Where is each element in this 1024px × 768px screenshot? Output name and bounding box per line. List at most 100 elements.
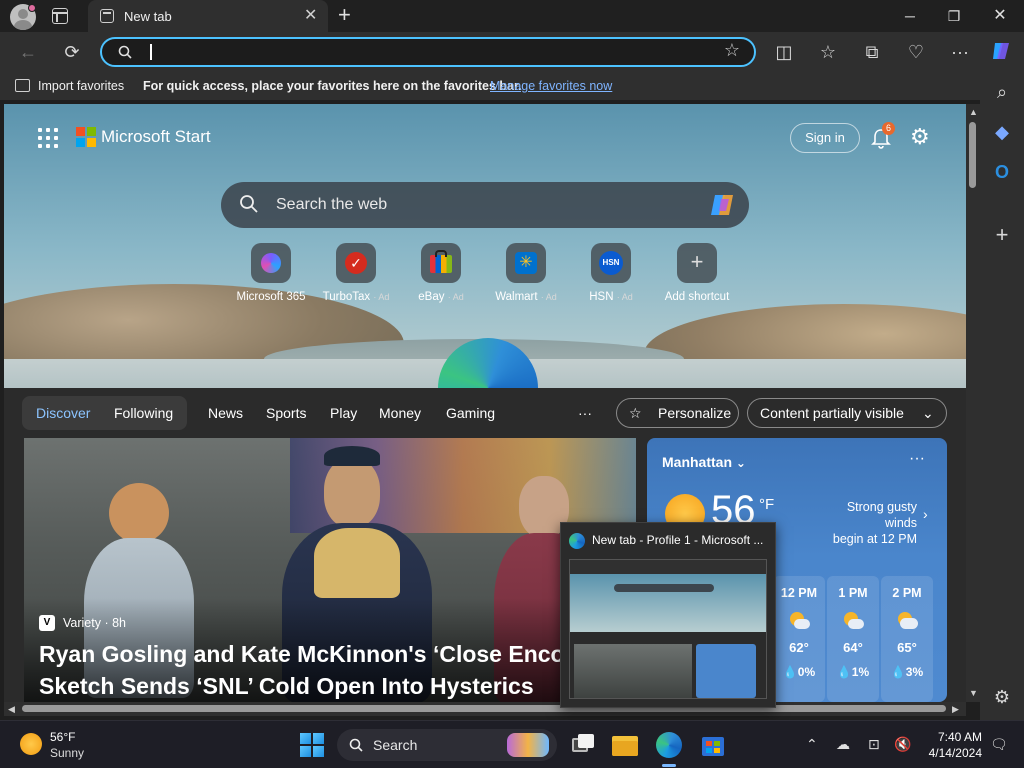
- tab-following[interactable]: Following: [114, 405, 173, 421]
- taskbar-weather-condition[interactable]: Sunny: [50, 746, 84, 760]
- shortcut-walmart[interactable]: ✳ Walmart · Ad: [481, 243, 571, 303]
- hero-article-card[interactable]: V Variety · 8h Ryan Gosling and Kate McK…: [24, 438, 636, 702]
- scroll-up-arrow-icon[interactable]: ▲: [969, 107, 978, 117]
- forecast-temperature: 62°: [789, 640, 809, 655]
- hourly-forecast-item: 12 PM 62° 💧0%: [773, 576, 825, 702]
- favorite-star-icon[interactable]: ☆: [724, 40, 740, 61]
- article-title[interactable]: Ryan Gosling and Kate McKinnon's ‘Close …: [39, 638, 636, 702]
- add-shortcut-plus-icon: +: [677, 243, 717, 283]
- copilot-icon[interactable]: [990, 39, 1014, 63]
- taskbar-search-box[interactable]: Search: [337, 729, 557, 761]
- import-favorites-button[interactable]: Import favorites: [38, 79, 124, 93]
- tab-money[interactable]: Money: [379, 405, 421, 421]
- chevron-right-icon[interactable]: ›: [923, 506, 928, 522]
- minimize-button[interactable]: ─: [888, 4, 932, 28]
- vertical-scrollbar[interactable]: ▲ ▼: [966, 104, 980, 702]
- collections-icon[interactable]: ⧉: [860, 40, 884, 64]
- search-icon: [118, 45, 132, 59]
- shortcut-microsoft-365[interactable]: Microsoft 365: [226, 243, 316, 303]
- restore-button[interactable]: ❐: [932, 4, 976, 28]
- location-name: Manhattan: [662, 454, 732, 470]
- refresh-icon[interactable]: ⟳: [60, 40, 84, 64]
- copilot-icon[interactable]: [709, 191, 739, 219]
- new-tab-button[interactable]: +: [338, 3, 351, 27]
- ad-marker: · Ad: [373, 292, 390, 302]
- personalize-button[interactable]: ☆ Personalize: [616, 398, 739, 428]
- content-visibility-dropdown[interactable]: Content partially visible ⌄: [747, 398, 947, 428]
- preview-thumbnail[interactable]: [569, 559, 767, 699]
- tab-play[interactable]: Play: [330, 405, 357, 421]
- edge-browser-icon[interactable]: [656, 732, 682, 758]
- more-options-icon[interactable]: ···: [948, 40, 972, 64]
- shortcut-turbotax[interactable]: ✓ TurboTax · Ad: [311, 243, 401, 303]
- manage-favorites-link[interactable]: Manage favorites now: [490, 79, 612, 93]
- tab-new-tab[interactable]: New tab ✕: [88, 0, 328, 32]
- article-title-line: Sketch Sends ‘SNL’ Cold Open Into Hyster…: [39, 673, 534, 699]
- microsoft-store-icon[interactable]: [700, 732, 726, 758]
- outlook-icon[interactable]: O: [991, 161, 1013, 183]
- title-bar: New tab ✕ + ─ ❐ ✕: [0, 0, 1024, 32]
- search-icon: [240, 195, 258, 213]
- network-icon[interactable]: ⊡: [868, 735, 880, 753]
- walmart-spark-icon: ✳: [506, 243, 546, 283]
- tab-news[interactable]: News: [208, 405, 243, 421]
- import-favorites-icon: [15, 79, 30, 92]
- cap: [324, 446, 380, 466]
- weather-sunny-icon[interactable]: [20, 733, 42, 755]
- ad-marker: · Ad: [447, 292, 464, 302]
- scroll-left-arrow-icon[interactable]: ◀: [8, 704, 15, 714]
- notification-center-icon[interactable]: 🗨: [990, 735, 1008, 753]
- hourly-forecast-item: 2 PM 65° 💧3%: [881, 576, 933, 702]
- shortcut-hsn[interactable]: HSN HSN · Ad: [566, 243, 656, 303]
- vertical-scroll-thumb[interactable]: [969, 122, 976, 188]
- page-settings-gear-icon[interactable]: ⚙: [910, 126, 930, 148]
- scroll-down-arrow-icon[interactable]: ▼: [969, 688, 978, 698]
- sidebar-settings-icon[interactable]: ⚙: [991, 686, 1013, 708]
- windows-start-icon[interactable]: [300, 733, 324, 757]
- weather-more-options-icon[interactable]: ···: [909, 450, 925, 468]
- brand-title[interactable]: Microsoft Start: [101, 127, 211, 147]
- close-window-button[interactable]: ✕: [978, 4, 1022, 28]
- tab-gaming[interactable]: Gaming: [446, 405, 495, 421]
- web-search-box[interactable]: Search the web: [221, 182, 749, 228]
- feed-navigation: Discover Following News Sports Play Mone…: [4, 388, 966, 438]
- copilot-sidebar-icon[interactable]: ◆: [991, 121, 1013, 143]
- search-icon[interactable]: ⌕: [991, 81, 1013, 103]
- favorites-icon[interactable]: ☆: [816, 40, 840, 64]
- shortcut-label: Add shortcut: [664, 291, 730, 303]
- back-arrow-icon[interactable]: ←: [16, 40, 40, 64]
- ebay-bag-icon: [421, 243, 461, 283]
- onedrive-cloud-icon[interactable]: ☁: [836, 735, 850, 753]
- tab-sports[interactable]: Sports: [266, 405, 306, 421]
- personalize-star-icon: ☆: [629, 405, 642, 421]
- volume-muted-icon[interactable]: 🔇: [894, 735, 911, 753]
- show-hidden-icons-chevron-icon[interactable]: ⌃: [806, 735, 818, 753]
- browser-essentials-icon[interactable]: ♡: [904, 40, 928, 64]
- shortcut-label: TurboTax: [322, 291, 371, 303]
- add-sidebar-app-icon[interactable]: +: [991, 224, 1013, 246]
- tab-title: New tab: [124, 9, 172, 24]
- personalize-label: Personalize: [658, 405, 732, 421]
- shortcut-ebay[interactable]: eBay · Ad: [396, 243, 486, 303]
- shortcut-add[interactable]: + Add shortcut: [652, 243, 742, 303]
- taskbar-window-preview[interactable]: New tab - Profile 1 - Microsoft ...: [560, 522, 776, 708]
- horizontal-scroll-thumb[interactable]: [22, 705, 946, 712]
- task-view-icon[interactable]: [570, 732, 596, 758]
- tab-actions-icon[interactable]: [52, 8, 68, 24]
- address-bar[interactable]: ☆: [100, 37, 756, 67]
- app-launcher-icon[interactable]: [38, 128, 58, 148]
- system-clock[interactable]: 7:40 AM 4/14/2024: [920, 729, 982, 761]
- news-feed: Discover Following News Sports Play Mone…: [4, 388, 966, 702]
- weather-alert[interactable]: Strong gusty winds begin at 12 PM: [815, 499, 917, 547]
- split-screen-icon[interactable]: ◫: [772, 40, 796, 64]
- horizontal-scrollbar[interactable]: ◀ ▶: [4, 702, 966, 716]
- tab-discover[interactable]: Discover: [36, 405, 90, 421]
- file-explorer-icon[interactable]: [612, 732, 638, 758]
- taskbar-weather-temp[interactable]: 56°F: [50, 730, 75, 744]
- weather-location[interactable]: Manhattan ⌄: [662, 454, 746, 470]
- scroll-right-arrow-icon[interactable]: ▶: [952, 704, 959, 714]
- tab-close-icon[interactable]: ✕: [304, 7, 317, 25]
- shortcut-label: Walmart: [495, 291, 538, 303]
- more-tabs-button[interactable]: ···: [578, 405, 592, 421]
- sign-in-button[interactable]: Sign in: [790, 123, 860, 153]
